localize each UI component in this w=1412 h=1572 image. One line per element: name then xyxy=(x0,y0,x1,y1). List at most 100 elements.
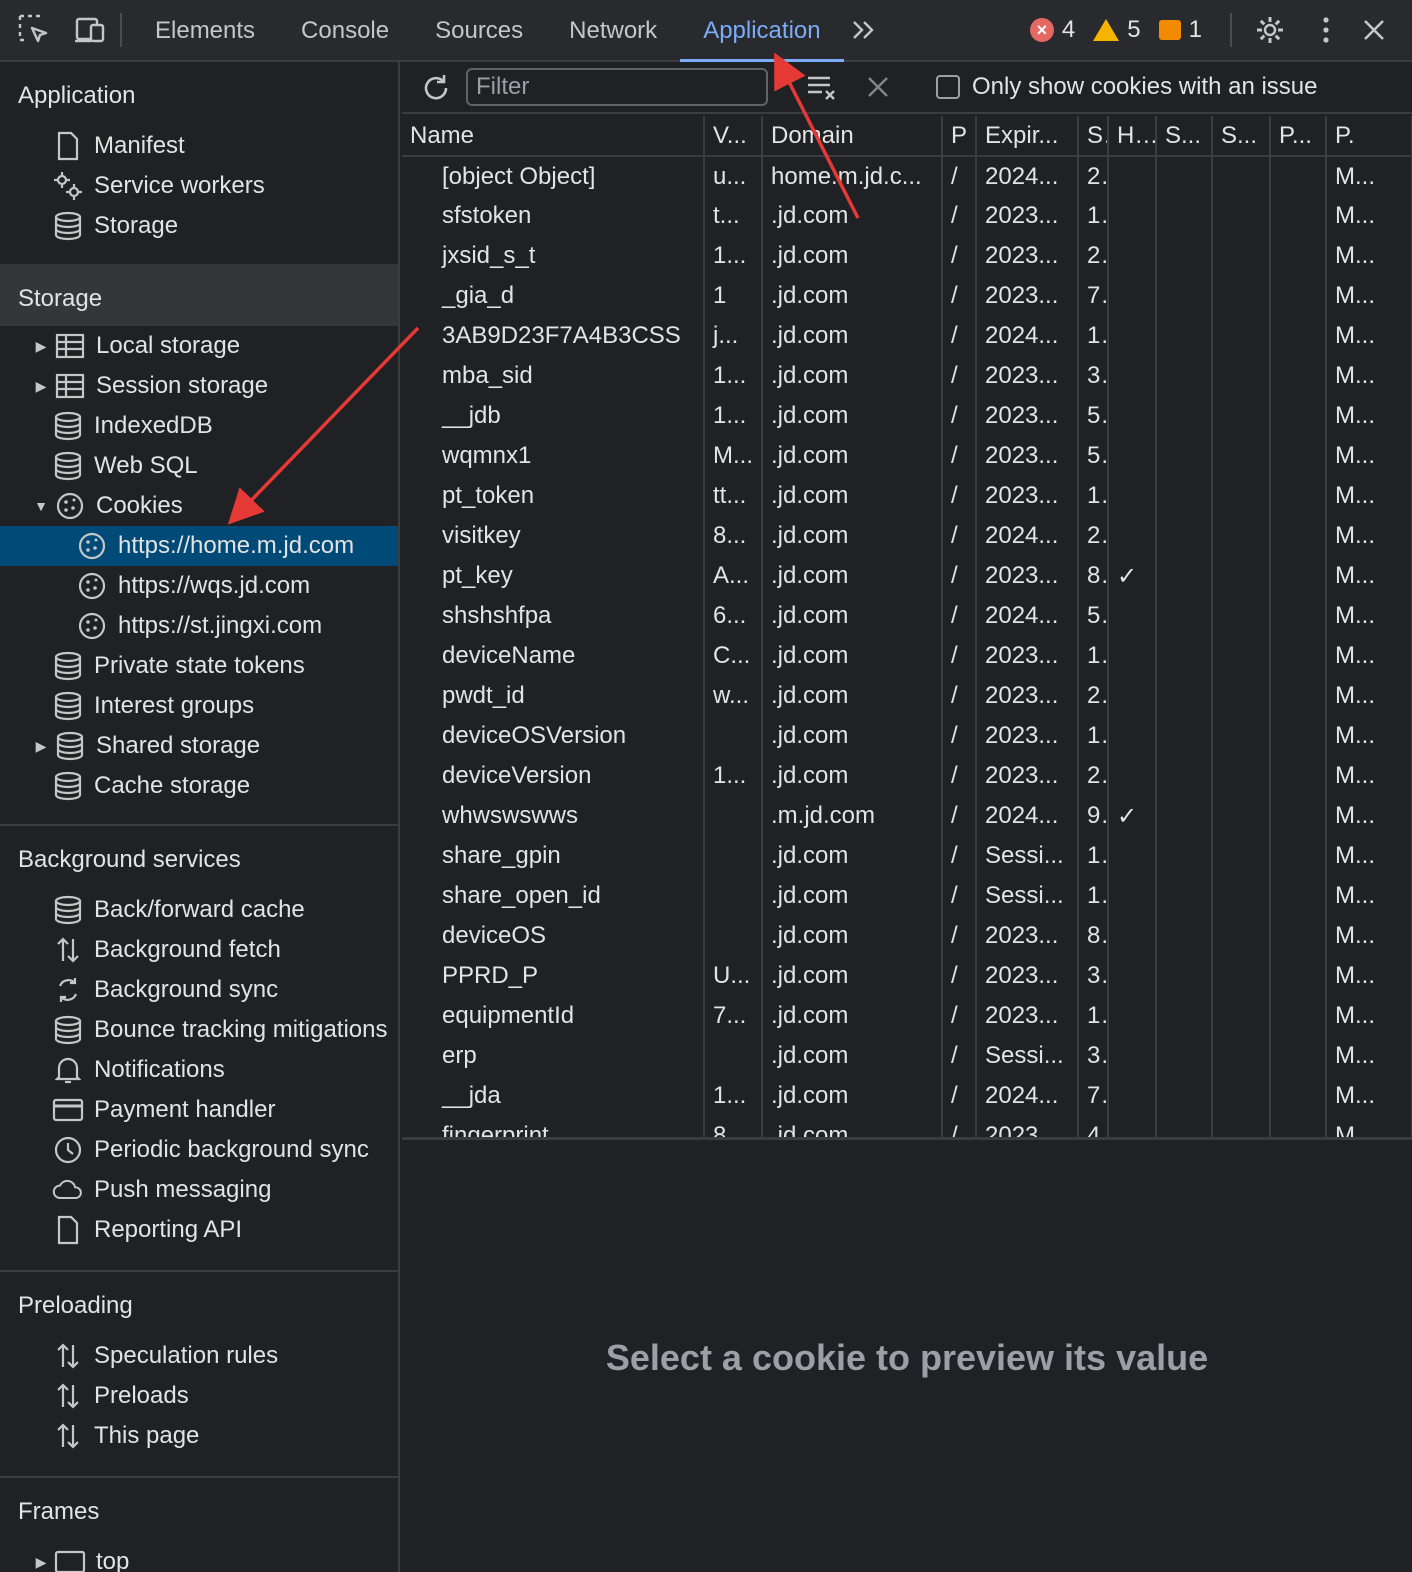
column-header-size[interactable]: S xyxy=(1078,116,1109,157)
table-row[interactable]: [object Object] u... home.m.jd.c.../2024..… xyxy=(402,156,1412,196)
sidebar-item-notifications[interactable]: Notifications xyxy=(0,1050,398,1090)
section-header-frames[interactable]: Frames xyxy=(0,1478,398,1542)
collapse-arrow-icon[interactable]: ▼ xyxy=(34,498,48,514)
more-tabs-icon[interactable] xyxy=(844,10,884,50)
cookie-origin-wqs-jd[interactable]: https://wqs.jd.com xyxy=(0,566,398,606)
sidebar-item-bounce-tracking[interactable]: Bounce tracking mitigations xyxy=(0,1010,398,1050)
sidebar-item-push-messaging[interactable]: Push messaging xyxy=(0,1170,398,1210)
expand-arrow-icon[interactable]: ▶ xyxy=(34,1554,48,1570)
error-counter[interactable]: × 4 xyxy=(1029,16,1075,44)
sidebar-item-shared-storage[interactable]: ▶ Shared storage xyxy=(0,726,398,766)
table-row[interactable]: 3AB9D23F7A4B3CSS j... .jd.com/2024... 1. M..… xyxy=(402,316,1412,356)
sidebar-item-local-storage[interactable]: ▶ Local storage xyxy=(0,326,398,366)
delete-selected-icon[interactable] xyxy=(858,67,898,107)
sidebar-item-storage[interactable]: Storage xyxy=(0,206,398,246)
table-row[interactable]: mba_sid 1... .jd.com/2023... 3. M... xyxy=(402,356,1412,396)
section-header-preloading[interactable]: Preloading xyxy=(0,1272,398,1336)
column-header-httponly[interactable]: H.. xyxy=(1108,116,1157,157)
sidebar-item-session-storage[interactable]: ▶ Session storage xyxy=(0,366,398,406)
cookie-origin-st-jingxi[interactable]: https://st.jingxi.com xyxy=(0,606,398,646)
table-row[interactable]: erp .jd.com / Sessi... 3 M... xyxy=(402,1036,1412,1076)
table-row[interactable]: fingerprint 8... .jd.com/2023... 4. M... xyxy=(402,1116,1412,1137)
cell-name: erp xyxy=(402,1036,705,1076)
sidebar-item-background-fetch[interactable]: Background fetch xyxy=(0,930,398,970)
device-toolbar-icon[interactable] xyxy=(70,10,110,50)
cell-expires: 2023... xyxy=(976,556,1079,596)
cell-path: / xyxy=(942,756,977,796)
clear-all-cookies-icon[interactable] xyxy=(802,67,842,107)
table-row[interactable]: share_open_id .jd.com / Sessi... 1. M... xyxy=(402,876,1412,916)
section-header-application[interactable]: Application xyxy=(0,62,398,126)
sidebar-item-manifest[interactable]: Manifest xyxy=(0,126,398,166)
column-header-value[interactable]: V... xyxy=(704,116,763,157)
table-row[interactable]: deviceOSVersion .jd.com/2023... 1. M... xyxy=(402,716,1412,756)
tab-application[interactable]: Application xyxy=(680,0,845,62)
table-row[interactable]: _gia_d 1 .jd.com/2023... 7 M... xyxy=(402,276,1412,316)
sidebar-item-back-forward-cache[interactable]: Back/forward cache xyxy=(0,890,398,930)
expand-arrow-icon[interactable]: ▶ xyxy=(34,378,48,394)
table-row[interactable]: wqmnx1 M... .jd.com/2023... 5. M... xyxy=(402,436,1412,476)
table-row[interactable]: whwswswws .m.jd.com/2024... 9 ✓ M... xyxy=(402,796,1412,836)
table-row[interactable]: sfstoken t... .jd.com/2023... 1. M... xyxy=(402,196,1412,236)
table-row[interactable]: PPRD_P U... .jd.com/2023... 3. M... xyxy=(402,956,1412,996)
tab-sources[interactable]: Sources xyxy=(412,0,546,60)
table-row[interactable]: jxsid_s_t 1... .jd.com/2023... 2. M... xyxy=(402,236,1412,276)
filter-input[interactable] xyxy=(466,68,768,106)
section-header-storage[interactable]: Storage xyxy=(0,264,398,326)
kebab-menu-icon[interactable] xyxy=(1306,10,1346,50)
cell-priority: M... xyxy=(1326,996,1412,1036)
settings-gear-icon[interactable] xyxy=(1250,10,1290,50)
sidebar-item-reporting-api[interactable]: Reporting API xyxy=(0,1210,398,1250)
warning-counter[interactable]: 5 xyxy=(1093,16,1141,44)
column-header-samesite[interactable]: S... xyxy=(1212,116,1271,157)
sidebar-item-indexeddb[interactable]: IndexedDB xyxy=(0,406,398,446)
column-header-secure[interactable]: S... xyxy=(1156,116,1213,157)
tab-console[interactable]: Console xyxy=(278,0,412,60)
expand-arrow-icon[interactable]: ▶ xyxy=(34,338,48,354)
close-devtools-icon[interactable] xyxy=(1354,10,1394,50)
inspect-element-icon[interactable] xyxy=(14,10,54,50)
section-header-background-services[interactable]: Background services xyxy=(0,826,398,890)
column-header-priority[interactable]: P. xyxy=(1326,116,1412,157)
table-row[interactable]: __jda 1... .jd.com/2024... 7. M... xyxy=(402,1076,1412,1116)
column-header-path[interactable]: P xyxy=(942,116,977,157)
expand-arrow-icon[interactable]: ▶ xyxy=(34,738,48,754)
table-row[interactable]: pwdt_id w... .jd.com/2023... 2. M... xyxy=(402,676,1412,716)
table-row[interactable]: pt_token tt... .jd.com/2023... 1. M... xyxy=(402,476,1412,516)
table-row[interactable]: equipmentId 7... .jd.com/2023... 1. M... xyxy=(402,996,1412,1036)
cell-priority: M... xyxy=(1326,556,1412,596)
sidebar-item-private-state-tokens[interactable]: Private state tokens xyxy=(0,646,398,686)
table-row[interactable]: deviceName C... .jd.com/2023... 1. M... xyxy=(402,636,1412,676)
sidebar-item-periodic-background-sync[interactable]: Periodic background sync xyxy=(0,1130,398,1170)
sidebar-item-frame-top[interactable]: ▶ top xyxy=(0,1542,398,1572)
table-row[interactable]: pt_key A... .jd.com/2023... 8. ✓ M... xyxy=(402,556,1412,596)
issues-counter[interactable]: 1 xyxy=(1158,16,1202,44)
sidebar-item-this-page[interactable]: This page xyxy=(0,1416,398,1456)
column-header-partition[interactable]: P... xyxy=(1270,116,1327,157)
table-row[interactable]: shshshfpa 6... .jd.com/2024... 5. M... xyxy=(402,596,1412,636)
cookie-origin-home-m-jd[interactable]: https://home.m.jd.com xyxy=(0,526,398,566)
table-row[interactable]: visitkey 8... .jd.com/2024... 2. M... xyxy=(402,516,1412,556)
sidebar-item-speculation-rules[interactable]: Speculation rules xyxy=(0,1336,398,1376)
sidebar-item-service-workers[interactable]: Service workers xyxy=(0,166,398,206)
sidebar-item-web-sql[interactable]: Web SQL xyxy=(0,446,398,486)
tab-elements[interactable]: Elements xyxy=(132,0,278,60)
table-row[interactable]: share_gpin .jd.com / Sessi... 1. M... xyxy=(402,836,1412,876)
database-icon xyxy=(52,210,84,242)
table-row[interactable]: deviceVersion 1... .jd.com/2023... 2. M... xyxy=(402,756,1412,796)
only-issue-checkbox[interactable] xyxy=(936,75,960,99)
sidebar-item-preloads[interactable]: Preloads xyxy=(0,1376,398,1416)
tab-network[interactable]: Network xyxy=(546,0,680,60)
column-header-name[interactable]: Name xyxy=(402,116,705,157)
sidebar-item-interest-groups[interactable]: Interest groups xyxy=(0,686,398,726)
column-header-expires[interactable]: Expir... xyxy=(976,116,1079,157)
sidebar-item-background-sync[interactable]: Background sync xyxy=(0,970,398,1010)
refresh-icon[interactable] xyxy=(416,68,456,108)
table-row[interactable]: deviceOS .jd.com/2023... 8 M... xyxy=(402,916,1412,956)
sidebar-item-cookies[interactable]: ▼ Cookies xyxy=(0,486,398,526)
sidebar-item-cache-storage[interactable]: Cache storage xyxy=(0,766,398,806)
table-row[interactable]: __jdb 1... .jd.com/2023... 5. M... xyxy=(402,396,1412,436)
sync-icon xyxy=(52,974,84,1006)
sidebar-item-payment-handler[interactable]: Payment handler xyxy=(0,1090,398,1130)
column-header-domain[interactable]: Domain xyxy=(762,116,943,157)
